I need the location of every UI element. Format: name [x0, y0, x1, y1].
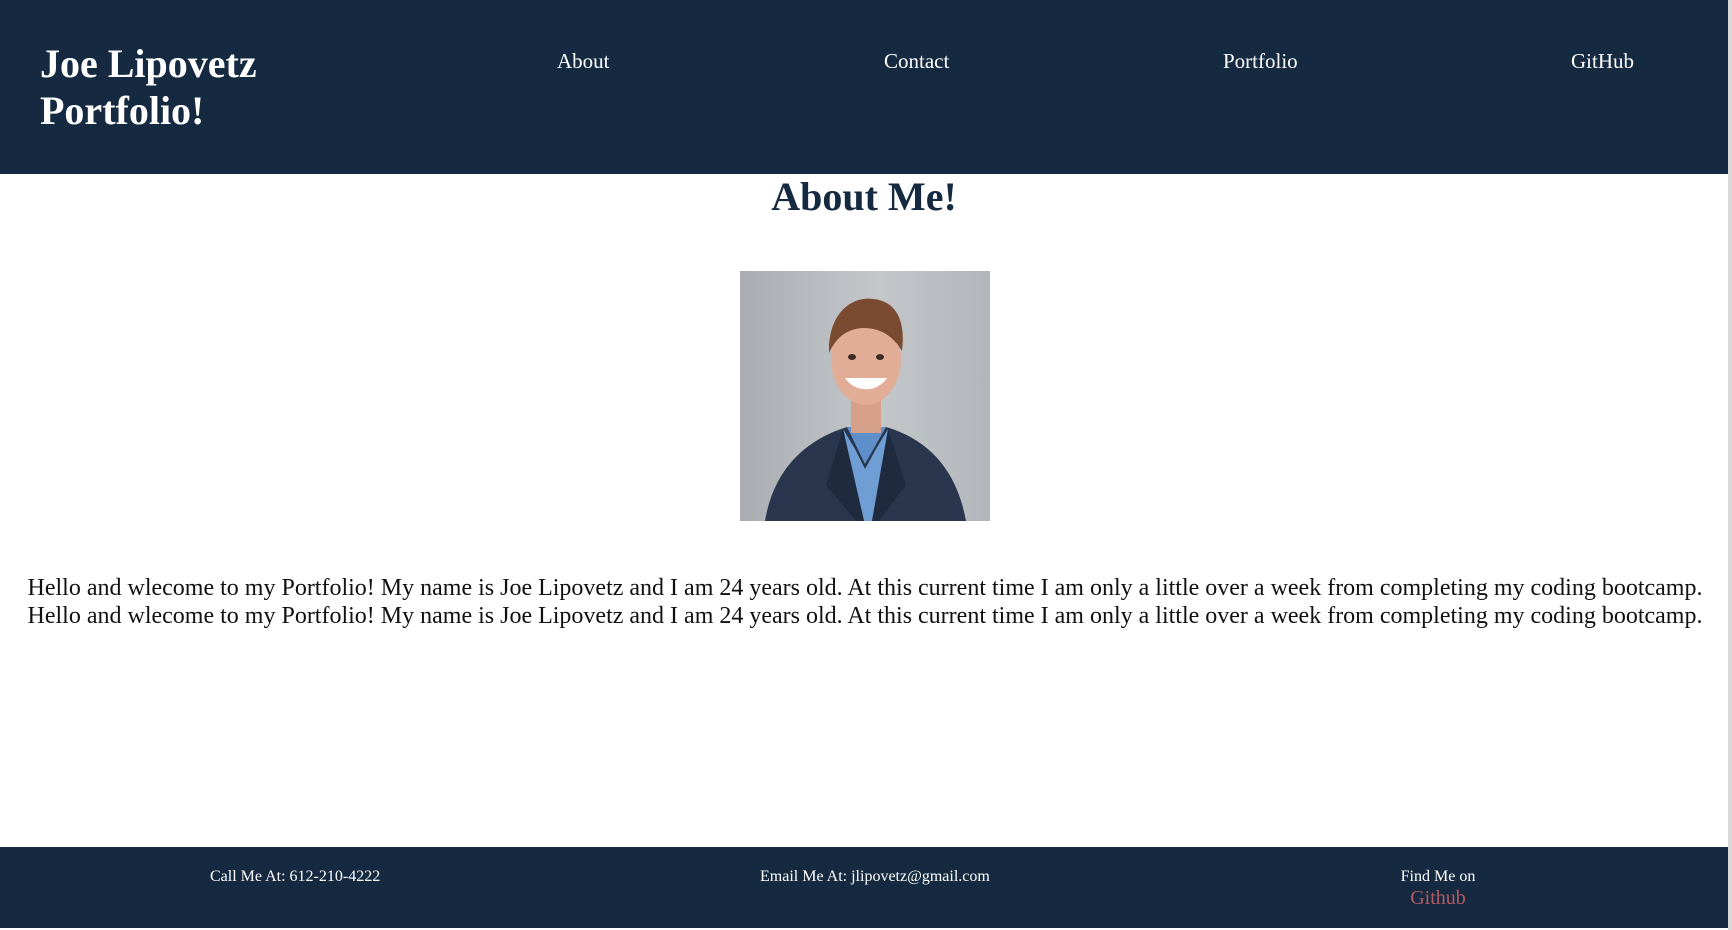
- site-header: Joe Lipovetz Portfolio! About Contact Po…: [0, 0, 1728, 174]
- brand-subtitle: Portfolio!: [40, 88, 205, 133]
- nav-link-about[interactable]: About: [557, 48, 610, 74]
- find-me-label: Find Me on: [1400, 868, 1476, 885]
- window-edge: [1728, 0, 1732, 930]
- profile-photo: [740, 271, 990, 521]
- github-contact: Find Me on Github: [1380, 867, 1496, 909]
- phone-contact: Call Me At: 612-210-4222: [210, 868, 381, 885]
- nav-link-github[interactable]: GitHub: [1571, 48, 1634, 74]
- brand-name: Joe Lipovetz: [40, 41, 257, 86]
- site-footer: Call Me At: 612-210-4222 Email Me At: jl…: [0, 847, 1728, 928]
- nav-link-portfolio[interactable]: Portfolio: [1223, 48, 1298, 74]
- portrait-illustration: [740, 271, 990, 521]
- email-contact: Email Me At: jlipovetz@gmail.com: [760, 868, 990, 885]
- footer-github-link[interactable]: Github: [1380, 887, 1496, 909]
- portfolio-page: Joe Lipovetz Portfolio! About Contact Po…: [0, 0, 1732, 930]
- nav-link-contact[interactable]: Contact: [884, 48, 949, 74]
- page-title: About Me!: [771, 174, 957, 219]
- about-bio: Hello and wlecome to my Portfolio! My na…: [27, 575, 1703, 629]
- site-brand: Joe Lipovetz Portfolio!: [40, 40, 360, 134]
